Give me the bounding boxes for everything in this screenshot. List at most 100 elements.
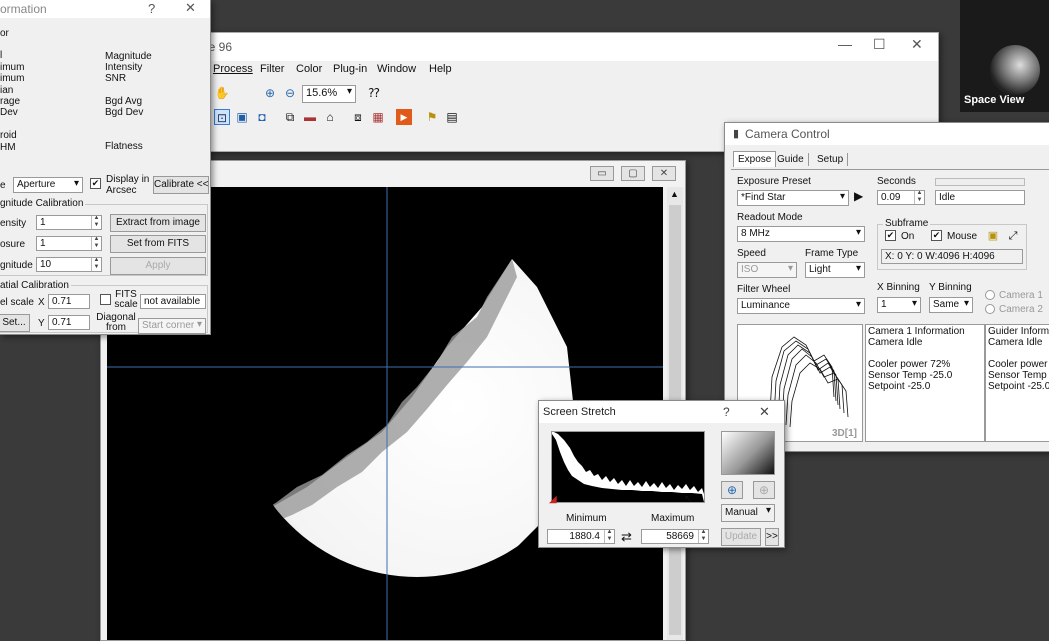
maximum-input[interactable]: 58669 ▲ ▼ xyxy=(641,529,709,544)
help-pointer-icon[interactable]: ⁇ xyxy=(366,85,382,101)
stack-icon[interactable]: ⧈ xyxy=(350,109,366,125)
scroll-up-icon[interactable]: ▲ xyxy=(670,189,679,199)
info-label: Intensity xyxy=(105,62,143,73)
mode-select[interactable]: Aperture xyxy=(13,177,83,193)
menu-plugin[interactable]: Plug-in xyxy=(333,63,367,75)
y-scale-input[interactable]: 0.71 xyxy=(48,315,90,330)
grid-icon[interactable]: ▦ xyxy=(370,109,386,125)
update-button[interactable]: Update xyxy=(721,528,761,546)
subframe-select-icon[interactable]: ▣ xyxy=(985,228,1001,244)
image-close-button[interactable]: ✕ xyxy=(652,166,676,181)
zoom-select[interactable]: 15.6% xyxy=(302,85,356,103)
hand-icon[interactable]: ✋ xyxy=(214,85,230,101)
set-button[interactable]: Set... xyxy=(0,314,30,332)
image-restore-button[interactable]: ▢ xyxy=(621,166,645,181)
cam1-info-line: Camera 1 Information xyxy=(868,326,965,337)
readout-label: Readout Mode xyxy=(737,212,803,223)
tab-guide[interactable]: Guide xyxy=(773,153,809,166)
minimum-input[interactable]: 1880.4 ▲ ▼ xyxy=(547,529,615,544)
camera1-radio[interactable] xyxy=(985,290,995,300)
menu-window[interactable]: Window xyxy=(377,63,416,75)
info-title: ormation xyxy=(0,2,47,16)
intensity-spinner[interactable]: ▲ ▼ xyxy=(91,216,101,229)
magnitude-spinner[interactable]: ▲ ▼ xyxy=(91,258,101,271)
status-field: Idle xyxy=(935,190,1025,205)
set-from-fits-button[interactable]: Set from FITS xyxy=(110,235,206,253)
more-button[interactable]: >> xyxy=(765,528,779,546)
intensity-input[interactable]: 1 ▲ ▼ xyxy=(36,215,102,230)
speed-select[interactable]: ISO xyxy=(737,262,797,278)
stretch-close-button[interactable]: ✕ xyxy=(759,404,770,420)
tab-setup[interactable]: Setup xyxy=(813,153,849,166)
filter-wheel-label: Filter Wheel xyxy=(737,284,791,295)
stretch-zoom-in-icon[interactable]: ⊕ xyxy=(721,481,743,499)
apply-button[interactable]: Apply xyxy=(110,257,206,275)
cam1-info-line: Cooler power 72% xyxy=(868,359,951,370)
x-binning-label: X Binning xyxy=(877,282,920,293)
x-scale-input[interactable]: 0.71 xyxy=(48,294,90,309)
record-icon[interactable]: ▶ xyxy=(396,109,412,125)
menu-help[interactable]: Help xyxy=(429,63,452,75)
frame-type-value: Light xyxy=(809,264,831,275)
menu-process[interactable]: Process xyxy=(213,63,253,75)
space-view-panel[interactable]: Space View xyxy=(960,0,1049,112)
stretch-title: Screen Stretch xyxy=(543,406,616,418)
stretch-help-button[interactable]: ? xyxy=(723,405,730,419)
swap-icon[interactable]: ⇄ xyxy=(621,529,632,545)
y-binning-select[interactable]: Same xyxy=(929,297,973,313)
seconds-spinner[interactable]: ▲ ▼ xyxy=(914,191,924,204)
info-label: ian xyxy=(0,85,14,96)
readout-select[interactable]: 8 MHz xyxy=(737,226,865,242)
frame-type-select[interactable]: Light xyxy=(805,262,865,278)
tab-expose[interactable]: Expose xyxy=(733,151,777,167)
zoom-out-icon[interactable]: ⊖ xyxy=(282,85,298,101)
zoom-in-icon[interactable]: ⊕ xyxy=(262,85,278,101)
telescope-icon[interactable]: ⌂ xyxy=(322,109,338,125)
subframe-coords-field: X: 0 Y: 0 W:4096 H:4096 xyxy=(881,249,1023,264)
camera2-radio[interactable] xyxy=(985,304,995,314)
select-icon[interactable]: ⊡ xyxy=(214,109,230,125)
minimum-spinner[interactable]: ▲ ▼ xyxy=(604,530,614,543)
magnitude-input[interactable]: 10 ▲ ▼ xyxy=(36,257,102,272)
flag-icon[interactable]: ⚑ xyxy=(424,109,440,125)
subframe-mouse-checkbox[interactable]: ✔ xyxy=(931,230,942,241)
magnitude-label: gnitude xyxy=(0,260,33,271)
stretch-zoom-out-icon[interactable]: ⊕ xyxy=(753,481,775,499)
minimize-icon[interactable]: — xyxy=(838,36,852,52)
extract-from-image-button[interactable]: Extract from image xyxy=(110,214,206,232)
crop-icon[interactable]: ▣ xyxy=(234,109,250,125)
camera-icon[interactable]: ▬ xyxy=(302,109,318,125)
display-arcsec-checkbox[interactable]: ✔ xyxy=(90,178,101,189)
x-binning-select[interactable]: 1 xyxy=(877,297,921,313)
exposure-input[interactable]: 1 ▲ ▼ xyxy=(36,236,102,251)
fits-scale-checkbox[interactable] xyxy=(100,294,111,305)
exposure-spinner[interactable]: ▲ ▼ xyxy=(91,237,101,250)
region-icon[interactable]: ◘ xyxy=(254,109,270,125)
maximum-spinner[interactable]: ▲ ▼ xyxy=(698,530,708,543)
start-exposure-button[interactable]: ▶ xyxy=(854,189,863,203)
exposure-preset-select[interactable]: *Find Star xyxy=(737,190,849,206)
stretch-mode-select[interactable]: Manual xyxy=(721,504,775,522)
maximize-icon[interactable]: ☐ xyxy=(873,36,886,53)
close-icon[interactable]: ✕ xyxy=(911,36,923,53)
layers-icon[interactable]: ⧉ xyxy=(282,109,298,125)
info-label: roid xyxy=(0,130,17,141)
subframe-on-checkbox[interactable]: ✔ xyxy=(885,230,896,241)
min-marker-icon[interactable]: ◢ xyxy=(549,494,557,505)
display-arcsec-label: Display in Arcsec xyxy=(106,174,150,196)
histogram[interactable]: ◢ ↖ xyxy=(549,431,705,505)
filter-select[interactable]: Luminance xyxy=(737,298,865,314)
menu-color[interactable]: Color xyxy=(296,63,322,75)
diagonal-select[interactable]: Start corner xyxy=(138,318,206,334)
camera-titlebar: ▮ Camera Control xyxy=(725,123,1049,145)
info-close-button[interactable]: ✕ xyxy=(185,0,196,16)
chart-icon[interactable]: ▤ xyxy=(444,109,460,125)
seconds-label: Seconds xyxy=(877,176,916,187)
info-help-button[interactable]: ? xyxy=(148,1,155,16)
image-min-button[interactable]: ▭ xyxy=(590,166,614,181)
calibrate-button[interactable]: Calibrate << xyxy=(153,176,209,194)
subframe-full-icon[interactable]: ⤢ xyxy=(1005,228,1021,244)
seconds-value: 0.09 xyxy=(881,192,901,203)
seconds-input[interactable]: 0.09 ▲ ▼ xyxy=(877,190,925,205)
menu-filter[interactable]: Filter xyxy=(260,63,284,75)
